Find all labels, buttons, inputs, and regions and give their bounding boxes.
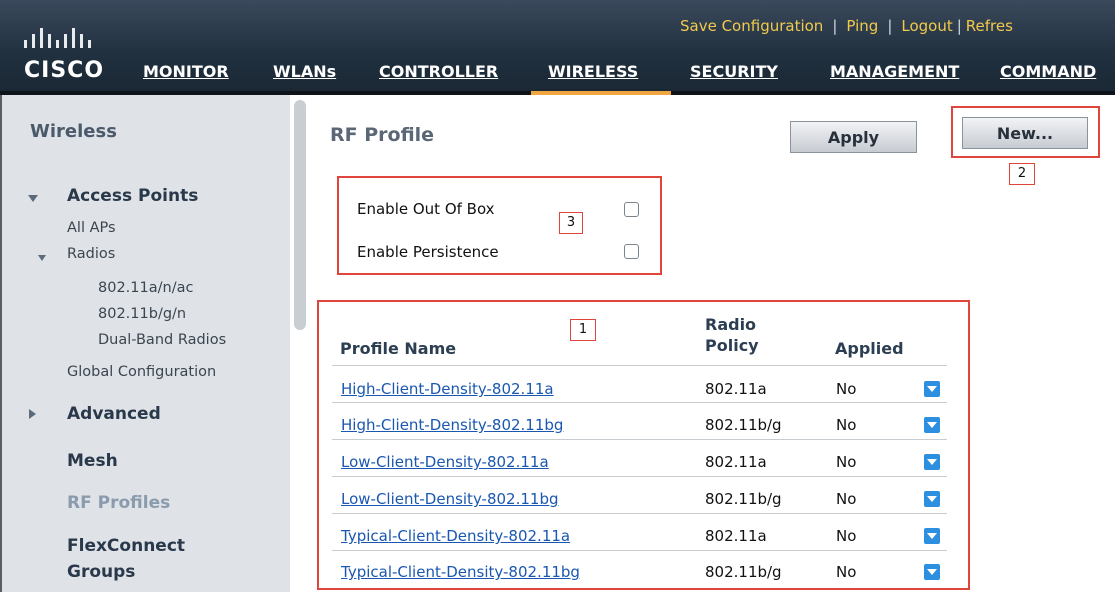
- page-title: RF Profile: [330, 124, 435, 146]
- sidebar-item-all-aps[interactable]: All APs: [67, 220, 116, 236]
- link-separator: |: [956, 17, 962, 35]
- sidebar-scrollbar[interactable]: [294, 100, 306, 330]
- sidebar-item-access-points[interactable]: Access Points: [67, 186, 198, 206]
- column-header-applied[interactable]: Applied: [835, 338, 904, 359]
- radio-header-line-1: Radio: [705, 315, 757, 334]
- sidebar-item-dual-band[interactable]: Dual-Band Radios: [98, 332, 226, 348]
- row-dropdown-icon[interactable]: [924, 528, 940, 544]
- radio-policy-value: 802.11b/g: [705, 563, 782, 581]
- table-divider: [332, 402, 947, 403]
- enable-persistence-checkbox[interactable]: [624, 244, 639, 259]
- expand-down-icon[interactable]: [38, 255, 46, 261]
- sidebar-item-advanced[interactable]: Advanced: [67, 404, 161, 424]
- profile-link[interactable]: High-Client-Density-802.11bg: [341, 416, 563, 434]
- profile-link[interactable]: Typical-Client-Density-802.11a: [341, 527, 570, 545]
- ping-link[interactable]: Ping: [846, 17, 878, 35]
- refresh-link[interactable]: Refres: [966, 17, 1013, 35]
- nav-commands[interactable]: COMMAND: [1000, 62, 1096, 81]
- nav-controller[interactable]: CONTROLLER: [379, 62, 498, 81]
- applied-value: No: [836, 380, 857, 398]
- active-nav-indicator: [531, 91, 671, 95]
- nav-wlans[interactable]: WLANs: [273, 62, 336, 81]
- sidebar-item-flexconnect[interactable]: FlexConnect: [67, 536, 185, 556]
- radio-policy-value: 802.11a: [705, 453, 767, 471]
- link-separator: |: [832, 17, 838, 35]
- save-configuration-link[interactable]: Save Configuration: [680, 17, 823, 35]
- nav-monitor[interactable]: MONITOR: [143, 62, 229, 81]
- utility-links: Save Configuration | Ping | Logout | Refres: [680, 17, 1013, 35]
- table-divider: [332, 513, 947, 514]
- nav-wireless[interactable]: WIRELESS: [548, 62, 638, 81]
- row-dropdown-icon[interactable]: [924, 491, 940, 507]
- applied-value: No: [836, 490, 857, 508]
- link-separator: |: [887, 17, 893, 35]
- sidebar-item-radios[interactable]: Radios: [67, 246, 115, 262]
- table-divider: [332, 365, 947, 366]
- sidebar-item-mesh[interactable]: Mesh: [67, 451, 118, 471]
- profile-link[interactable]: Low-Client-Density-802.11a: [341, 453, 549, 471]
- nav-management[interactable]: MANAGEMENT: [830, 62, 959, 81]
- sidebar-item-flexconnect-groups[interactable]: Groups: [67, 562, 135, 582]
- logout-link[interactable]: Logout: [901, 17, 952, 35]
- sidebar-title: Wireless: [30, 121, 117, 142]
- expand-right-icon[interactable]: [29, 409, 36, 419]
- sidebar-item-radio-80211b[interactable]: 802.11b/g/n: [98, 306, 186, 322]
- radio-header-line-2: Policy: [705, 336, 759, 355]
- enable-out-of-box-checkbox[interactable]: [624, 202, 639, 217]
- applied-value: No: [836, 563, 857, 581]
- table-divider: [332, 550, 947, 551]
- nav-security[interactable]: SECURITY: [690, 62, 778, 81]
- enable-out-of-box-label: Enable Out Of Box: [357, 200, 495, 218]
- callout-3: 3: [559, 212, 583, 234]
- profile-link[interactable]: High-Client-Density-802.11a: [341, 380, 554, 398]
- column-header-radio-policy[interactable]: Radio Policy: [705, 314, 759, 356]
- expand-down-icon[interactable]: [28, 195, 38, 202]
- callout-2: 2: [1009, 163, 1035, 185]
- radio-policy-value: 802.11b/g: [705, 416, 782, 434]
- row-dropdown-icon[interactable]: [924, 454, 940, 470]
- window-edge: [0, 95, 2, 592]
- cisco-logo: [24, 22, 154, 56]
- callout-1: 1: [570, 319, 596, 341]
- row-dropdown-icon[interactable]: [924, 564, 940, 580]
- applied-value: No: [836, 453, 857, 471]
- column-header-profile-name[interactable]: Profile Name: [340, 338, 456, 359]
- new-button[interactable]: New...: [962, 117, 1088, 149]
- table-divider: [332, 476, 947, 477]
- applied-value: No: [836, 527, 857, 545]
- row-dropdown-icon[interactable]: [924, 417, 940, 433]
- profile-link[interactable]: Low-Client-Density-802.11bg: [341, 490, 559, 508]
- radio-policy-value: 802.11a: [705, 527, 767, 545]
- cisco-wordmark: CISCO: [24, 58, 105, 83]
- radio-policy-value: 802.11b/g: [705, 490, 782, 508]
- profile-link[interactable]: Typical-Client-Density-802.11bg: [341, 563, 580, 581]
- sidebar-item-radio-80211a[interactable]: 802.11a/n/ac: [98, 280, 193, 296]
- row-dropdown-icon[interactable]: [924, 381, 940, 397]
- sidebar-item-global-config[interactable]: Global Configuration: [67, 364, 216, 380]
- applied-value: No: [836, 416, 857, 434]
- enable-persistence-label: Enable Persistence: [357, 243, 499, 261]
- radio-policy-value: 802.11a: [705, 380, 767, 398]
- table-divider: [332, 439, 947, 440]
- apply-button[interactable]: Apply: [790, 121, 917, 153]
- sidebar-item-rf-profiles[interactable]: RF Profiles: [67, 493, 170, 513]
